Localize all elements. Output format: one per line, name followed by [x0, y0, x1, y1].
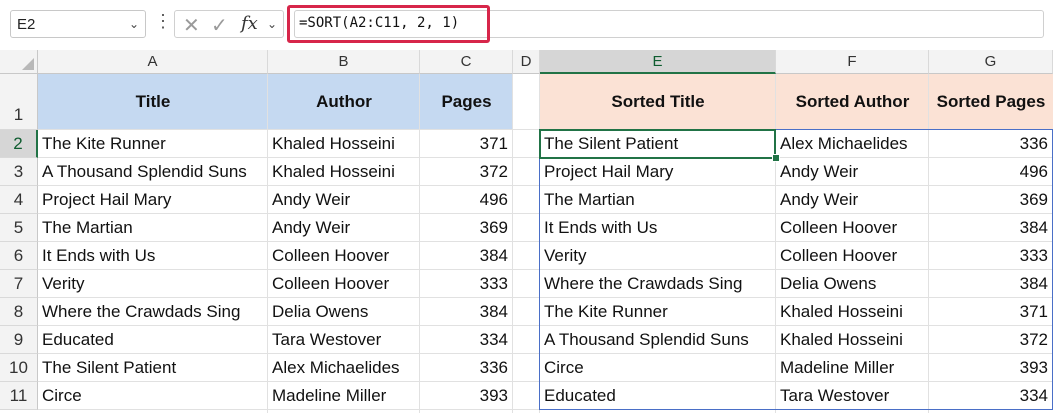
row-header-6[interactable]: 6: [0, 242, 38, 270]
sorted-cell[interactable]: 371: [929, 298, 1053, 326]
sorted-cell[interactable]: Colleen Hoover: [776, 214, 929, 242]
row-header-5[interactable]: 5: [0, 214, 38, 242]
sorted-cell[interactable]: 372: [929, 326, 1053, 354]
source-cell[interactable]: Khaled Hosseini: [268, 130, 420, 158]
source-header-author[interactable]: Author: [268, 74, 420, 130]
sorted-cell[interactable]: Where the Crawdads Sing: [540, 270, 776, 298]
cancel-icon[interactable]: ✕: [183, 13, 200, 38]
sorted-cell[interactable]: Project Hail Mary: [540, 158, 776, 186]
source-cell[interactable]: It Ends with Us: [38, 242, 268, 270]
active-cell-e2[interactable]: [539, 129, 776, 159]
sorted-cell[interactable]: Andy Weir: [776, 186, 929, 214]
sorted-cell[interactable]: Tara Westover: [776, 382, 929, 410]
insert-function-icon[interactable]: fx: [241, 13, 258, 34]
formula-text[interactable]: =SORT(A2:C11, 2, 1): [299, 15, 459, 31]
source-cell[interactable]: 369: [420, 214, 513, 242]
column-header-e[interactable]: E: [540, 50, 776, 74]
source-cell[interactable]: 334: [420, 326, 513, 354]
more-options-icon[interactable]: ⋮: [154, 12, 172, 30]
name-box-value: E2: [17, 16, 36, 33]
sorted-header-3[interactable]: Sorted Pages: [929, 74, 1053, 130]
sorted-cell[interactable]: 393: [929, 354, 1053, 382]
source-cell[interactable]: Colleen Hoover: [268, 270, 420, 298]
row-header-8[interactable]: 8: [0, 298, 38, 326]
select-all-corner[interactable]: [0, 50, 38, 74]
source-header-pages[interactable]: Pages: [420, 74, 513, 130]
source-header-title[interactable]: Title: [38, 74, 268, 130]
source-cell[interactable]: Where the Crawdads Sing: [38, 298, 268, 326]
sorted-cell[interactable]: Madeline Miller: [776, 354, 929, 382]
sorted-cell[interactable]: 336: [929, 130, 1053, 158]
column-header-f[interactable]: F: [776, 50, 929, 74]
source-cell[interactable]: 372: [420, 158, 513, 186]
sorted-cell[interactable]: The Martian: [540, 186, 776, 214]
sorted-cell[interactable]: Delia Owens: [776, 270, 929, 298]
column-header-d[interactable]: D: [513, 50, 540, 74]
source-cell[interactable]: 336: [420, 354, 513, 382]
row-header-10[interactable]: 10: [0, 354, 38, 382]
sorted-cell[interactable]: The Kite Runner: [540, 298, 776, 326]
sorted-cell[interactable]: 369: [929, 186, 1053, 214]
source-cell[interactable]: 393: [420, 382, 513, 410]
row-header-1[interactable]: 1: [0, 74, 38, 130]
formula-bar: E2 ⌄ ⋮ ✕ ✓ fx ⌄ =SORT(A2:C11, 2, 1): [0, 0, 1053, 51]
row-header-9[interactable]: 9: [0, 326, 38, 354]
fill-handle[interactable]: [772, 154, 780, 162]
sorted-cell[interactable]: 384: [929, 270, 1053, 298]
source-cell[interactable]: Colleen Hoover: [268, 242, 420, 270]
source-cell[interactable]: Educated: [38, 326, 268, 354]
column-header-c[interactable]: C: [420, 50, 513, 74]
source-cell[interactable]: Project Hail Mary: [38, 186, 268, 214]
source-cell[interactable]: A Thousand Splendid Suns: [38, 158, 268, 186]
sorted-cell[interactable]: Alex Michaelides: [776, 130, 929, 158]
source-cell[interactable]: Verity: [38, 270, 268, 298]
sorted-cell[interactable]: 496: [929, 158, 1053, 186]
row-header-7[interactable]: 7: [0, 270, 38, 298]
source-cell[interactable]: Delia Owens: [268, 298, 420, 326]
row-header-11[interactable]: 11: [0, 382, 38, 410]
sorted-cell[interactable]: Circe: [540, 354, 776, 382]
column-header-b[interactable]: B: [268, 50, 420, 74]
source-cell[interactable]: Alex Michaelides: [268, 354, 420, 382]
source-cell[interactable]: Andy Weir: [268, 186, 420, 214]
source-cell[interactable]: Circe: [38, 382, 268, 410]
row-header-3[interactable]: 3: [0, 158, 38, 186]
source-cell[interactable]: 371: [420, 130, 513, 158]
source-cell[interactable]: Andy Weir: [268, 214, 420, 242]
check-icon[interactable]: ✓: [211, 13, 228, 38]
source-cell[interactable]: 384: [420, 242, 513, 270]
source-cell[interactable]: The Kite Runner: [38, 130, 268, 158]
source-cell[interactable]: The Silent Patient: [38, 354, 268, 382]
column-header-a[interactable]: A: [38, 50, 268, 74]
sorted-cell[interactable]: Verity: [540, 242, 776, 270]
source-cell[interactable]: The Martian: [38, 214, 268, 242]
source-cell[interactable]: 333: [420, 270, 513, 298]
source-cell[interactable]: Madeline Miller: [268, 382, 420, 410]
sorted-cell[interactable]: 334: [929, 382, 1053, 410]
sorted-cell[interactable]: 333: [929, 242, 1053, 270]
name-box[interactable]: E2 ⌄: [10, 10, 146, 38]
sorted-cell[interactable]: 384: [929, 214, 1053, 242]
formula-tools: ✕ ✓ fx ⌄: [174, 10, 284, 38]
source-cell[interactable]: Tara Westover: [268, 326, 420, 354]
chevron-down-icon[interactable]: ⌄: [129, 17, 139, 31]
source-cell[interactable]: 496: [420, 186, 513, 214]
row-header-2[interactable]: 2: [0, 130, 38, 158]
sorted-cell[interactable]: Andy Weir: [776, 158, 929, 186]
sorted-cell[interactable]: Khaled Hosseini: [776, 298, 929, 326]
sorted-cell[interactable]: Khaled Hosseini: [776, 326, 929, 354]
sorted-cell[interactable]: Educated: [540, 382, 776, 410]
source-cell[interactable]: Khaled Hosseini: [268, 158, 420, 186]
chevron-down-icon[interactable]: ⌄: [267, 17, 277, 31]
column-header-g[interactable]: G: [929, 50, 1053, 74]
source-cell[interactable]: 384: [420, 298, 513, 326]
sorted-cell[interactable]: It Ends with Us: [540, 214, 776, 242]
sorted-header-2[interactable]: Sorted Author: [776, 74, 929, 130]
row-header-4[interactable]: 4: [0, 186, 38, 214]
sorted-cell[interactable]: Colleen Hoover: [776, 242, 929, 270]
sorted-header-1[interactable]: Sorted Title: [540, 74, 776, 130]
select-all-icon: [22, 58, 34, 70]
sorted-cell[interactable]: A Thousand Splendid Suns: [540, 326, 776, 354]
